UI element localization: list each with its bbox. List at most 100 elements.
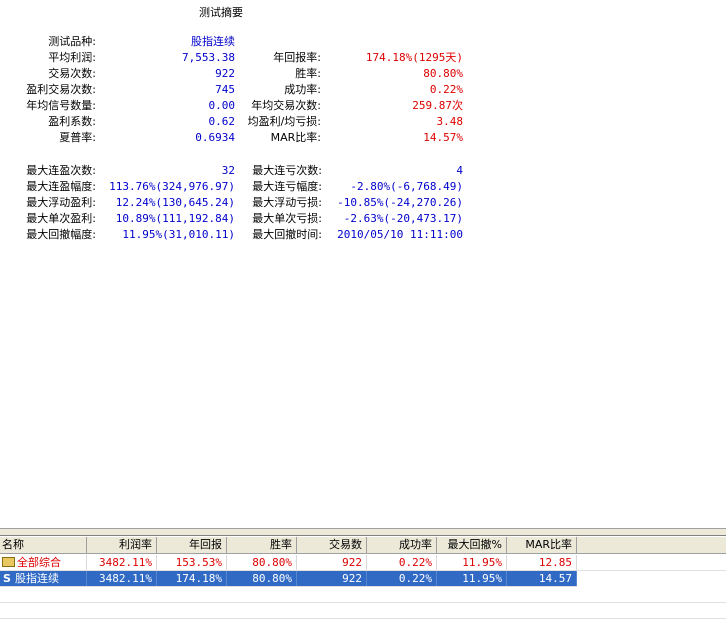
summary-value: 0.22% <box>429 83 463 96</box>
summary-label: 最大单次盈利: <box>26 212 96 225</box>
table-cell: 3482.11% <box>87 571 157 586</box>
summary-label: 盈利系数: <box>48 115 96 128</box>
summary-row-max-consecutive-losses: 最大连亏次数: 4 <box>240 163 470 179</box>
table-cell: 153.53% <box>157 555 227 570</box>
summary-value: 174.18%(1295天) <box>365 51 463 64</box>
summary-value: 4 <box>456 164 463 177</box>
summary-value: 12.24%(130,645.24) <box>115 196 235 209</box>
summary-row-trade-count: 交易次数: 922 <box>0 66 240 82</box>
summary-value: 3.48 <box>436 115 464 128</box>
table-cell: 0.22% <box>367 555 437 570</box>
summary-row-max-floating-profit: 最大浮动盈利: 12.24%(130,645.24) <box>0 195 240 211</box>
column-header-trades[interactable]: 交易数 <box>297 537 367 553</box>
summary-label: 平均利润: <box>48 51 96 64</box>
table-cell: 0.22% <box>367 571 437 586</box>
table-row-empty <box>0 587 726 603</box>
table-cell: 922 <box>297 555 367 570</box>
summary-row-max-drawdown-time: 最大回撤时间: 2010/05/10 11:11:00 <box>240 227 470 243</box>
panel-splitter[interactable] <box>0 528 726 536</box>
summary-value: -2.80%(-6,768.49) <box>350 180 463 193</box>
summary-row-annual-return: 年回报率: 174.18%(1295天) <box>240 50 470 66</box>
column-header-profit-rate[interactable]: 利润率 <box>87 537 157 553</box>
summary-label: 胜率: <box>295 67 321 80</box>
table-cell: 3482.11% <box>87 555 157 570</box>
summary-row-instrument: 测试品种: 股指连续 <box>0 34 240 50</box>
summary-row-mar-ratio: MAR比率: 14.57% <box>240 130 470 146</box>
summary-row-win-rate: 胜率: 80.80% <box>240 66 470 82</box>
column-header-win-rate[interactable]: 胜率 <box>227 537 297 553</box>
summary-label: 均盈利/均亏损: <box>247 115 321 128</box>
summary-label: 最大连盈次数: <box>26 164 96 177</box>
table-cell-name: S 股指连续 <box>0 571 87 586</box>
summary-value: 80.80% <box>423 67 463 80</box>
table-row-empty <box>0 603 726 619</box>
summary-row-annual-signals: 年均信号数量: 0.00 <box>0 98 240 114</box>
table-cell-name: 全部综合 <box>0 555 87 570</box>
summary-row-max-single-loss: 最大单次亏损: -2.63%(-20,473.17) <box>240 211 470 227</box>
summary-value: 股指连续 <box>191 35 235 48</box>
summary-row-annual-trades: 年均交易次数: 259.87次 <box>240 98 470 114</box>
summary-value: 745 <box>215 83 235 96</box>
summary-value: 0.6934 <box>195 131 235 144</box>
summary-value: -10.85%(-24,270.26) <box>337 196 463 209</box>
summary-label: 年均信号数量: <box>26 99 96 112</box>
summary-label: 测试品种: <box>48 35 96 48</box>
table-cell: 12.85 <box>507 555 577 570</box>
summary-label: 最大回撤幅度: <box>26 228 96 241</box>
summary-value: 7,553.38 <box>182 51 235 64</box>
column-header-success-rate[interactable]: 成功率 <box>367 537 437 553</box>
summary-label: 最大单次亏损: <box>252 212 322 225</box>
summary-row-max-single-profit: 最大单次盈利: 10.89%(111,192.84) <box>0 211 240 227</box>
column-header-annual-return[interactable]: 年回报 <box>157 537 227 553</box>
summary-row-max-win-streak-amount: 最大连盈幅度: 113.76%(324,976.97) <box>0 179 240 195</box>
summary-value: 0.00 <box>208 99 236 112</box>
summary-row-max-drawdown: 最大回撤幅度: 11.95%(31,010.11) <box>0 227 240 243</box>
table-cell: 14.57 <box>507 571 577 586</box>
results-table: 名称 利润率 年回报 胜率 交易数 成功率 最大回撤% MAR比率 全部综合 3… <box>0 537 726 621</box>
summary-label: 最大连亏幅度: <box>252 180 322 193</box>
table-cell: 174.18% <box>157 571 227 586</box>
table-cell: 11.95% <box>437 555 507 570</box>
summary-label: 夏普率: <box>59 131 96 144</box>
summary-value: 259.87次 <box>412 99 463 112</box>
summary-row-max-loss-streak-amount: 最大连亏幅度: -2.80%(-6,768.49) <box>240 179 470 195</box>
summary-label: 最大连亏次数: <box>252 164 322 177</box>
summary-label: 年均交易次数: <box>251 99 321 112</box>
summary-row-winning-trades: 盈利交易次数: 745 <box>0 82 240 98</box>
table-row-all[interactable]: 全部综合 3482.11% 153.53% 80.80% 922 0.22% 1… <box>0 555 726 571</box>
summary-label: 最大浮动盈利: <box>26 196 96 209</box>
summary-row-success-rate: 成功率: 0.22% <box>240 82 470 98</box>
summary-label: MAR比率: <box>270 131 321 144</box>
strategy-s-icon: S <box>3 572 11 585</box>
summary-row-avg-win-loss: 均盈利/均亏损: 3.48 <box>240 114 470 130</box>
column-header-max-drawdown[interactable]: 最大回撤% <box>437 537 507 553</box>
table-header: 名称 利润率 年回报 胜率 交易数 成功率 最大回撤% MAR比率 <box>0 537 726 554</box>
table-cell: 11.95% <box>437 571 507 586</box>
summary-label: 盈利交易次数: <box>26 83 96 96</box>
summary-row-sharpe: 夏普率: 0.6934 <box>0 130 240 146</box>
summary-value: 922 <box>215 67 235 80</box>
summary-value: 2010/05/10 11:11:00 <box>337 228 463 241</box>
summary-value: 10.89%(111,192.84) <box>115 212 235 225</box>
summary-label: 成功率: <box>284 83 321 96</box>
summary-value: 14.57% <box>423 131 463 144</box>
summary-row-max-consecutive-wins: 最大连盈次数: 32 <box>0 163 240 179</box>
summary-label: 交易次数: <box>48 67 96 80</box>
summary-row-avg-profit: 平均利润: 7,553.38 <box>0 50 240 66</box>
summary-value: 32 <box>221 164 235 177</box>
summary-label: 最大连盈幅度: <box>26 180 96 193</box>
column-header-name[interactable]: 名称 <box>0 537 87 553</box>
table-row-selected[interactable]: S 股指连续 3482.11% 174.18% 80.80% 922 0.22% … <box>0 571 577 587</box>
table-cell: 80.80% <box>227 555 297 570</box>
summary-value: -2.63%(-20,473.17) <box>343 212 463 225</box>
folder-icon <box>2 557 15 567</box>
summary-value: 0.62 <box>208 115 236 128</box>
summary-label: 最大回撤时间: <box>252 228 322 241</box>
column-header-mar-ratio[interactable]: MAR比率 <box>507 537 577 553</box>
summary-row-profit-factor: 盈利系数: 0.62 <box>0 114 240 130</box>
summary-value: 113.76%(324,976.97) <box>109 180 235 193</box>
summary-label: 最大浮动亏损: <box>252 196 322 209</box>
row-name-text: 股指连续 <box>15 572 59 585</box>
summary-label: 年回报率: <box>273 51 321 64</box>
table-cell: 922 <box>297 571 367 586</box>
